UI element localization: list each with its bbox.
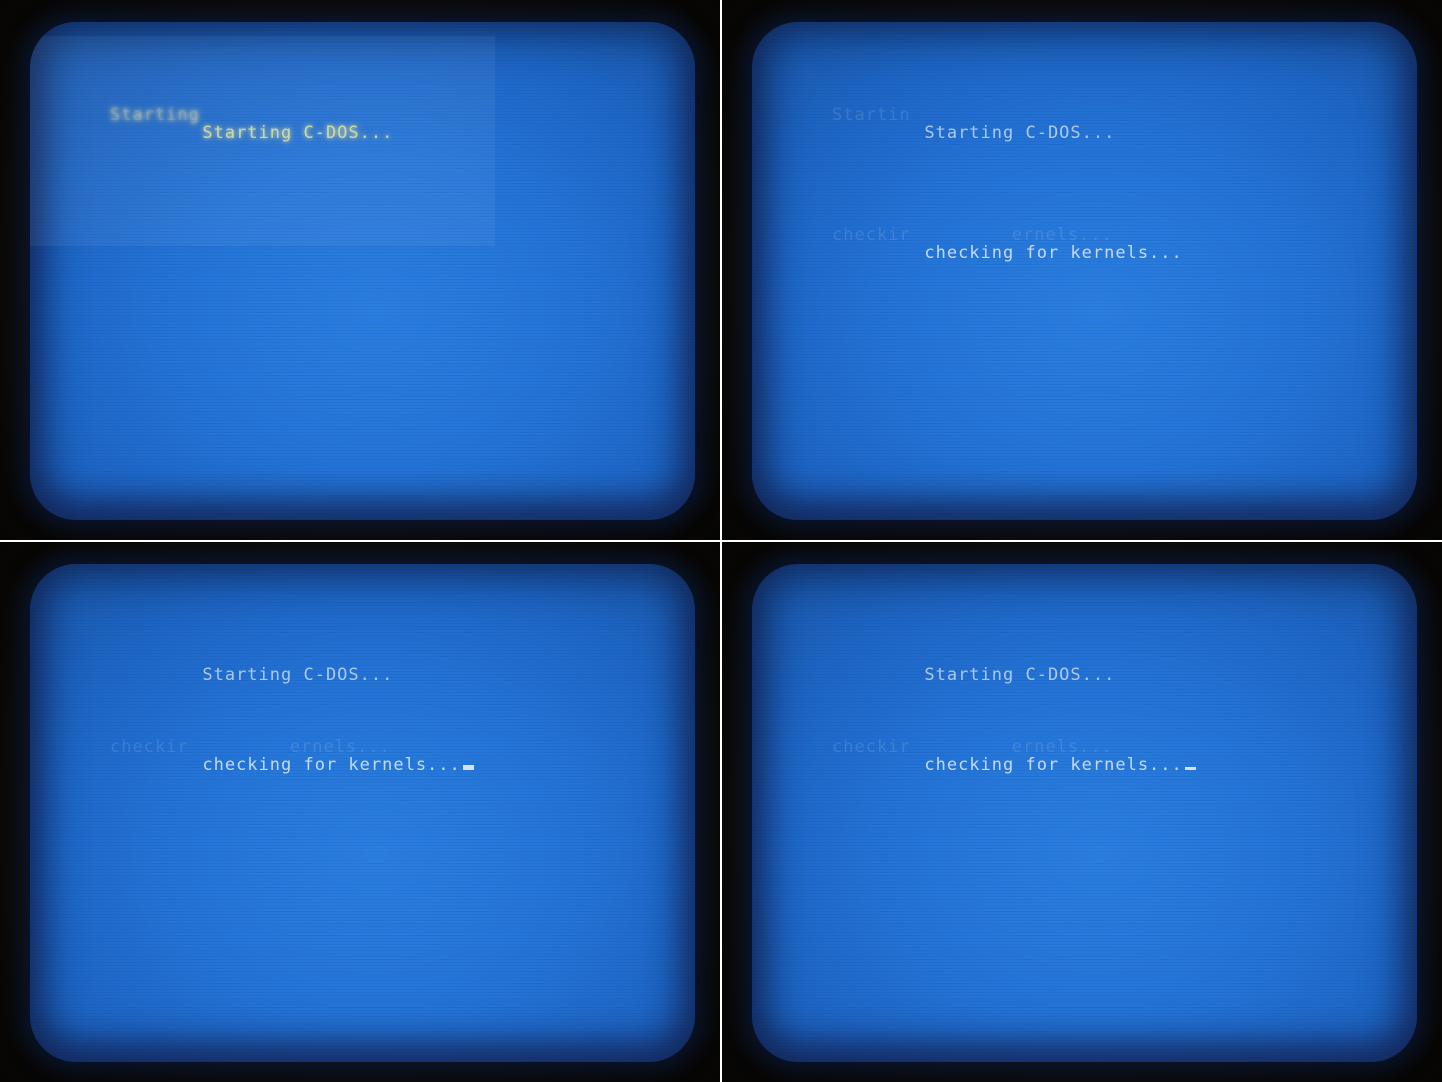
boot-line-text: checking for kernels... (924, 755, 1183, 775)
boot-line-2: checking for kernels... checkir ernels..… (812, 208, 1183, 328)
ghost-text: Starting (110, 105, 200, 125)
boot-line-2: checking for kernels... checkir ernels..… (90, 720, 474, 840)
terminal-output: Starting C-DOS... Startin checking for k… (812, 88, 1183, 328)
boot-line-text: Starting C-DOS... (202, 123, 394, 143)
ghost-text: Startin (832, 105, 911, 125)
terminal-output: Starting C-DOS... checking for kernels..… (90, 630, 474, 840)
terminal-output: Starting C-DOS... checking for kernels..… (812, 630, 1196, 840)
text-cursor (462, 765, 474, 770)
boot-sequence-grid: Starting C-DOS... Starting Starting C-DO… (0, 0, 1442, 1082)
crt-screen: Starting C-DOS... Startin checking for k… (752, 22, 1417, 520)
crt-frame-2: Starting C-DOS... Startin checking for k… (722, 0, 1442, 540)
boot-line-text: Starting C-DOS... (924, 665, 1116, 685)
terminal-output: Starting C-DOS... Starting (90, 88, 393, 208)
boot-line-text: checking for kernels... (924, 243, 1183, 263)
boot-line-text: checking for kernels... (202, 755, 461, 775)
crt-frame-4: Starting C-DOS... checking for kernels..… (722, 542, 1442, 1082)
crt-frame-1: Starting C-DOS... Starting (0, 0, 720, 540)
crt-frame-3: Starting C-DOS... checking for kernels..… (0, 542, 720, 1082)
boot-line-1: Starting C-DOS... Startin (812, 88, 1183, 208)
boot-line-1: Starting C-DOS... Starting (90, 88, 393, 208)
text-cursor (1184, 767, 1196, 770)
crt-screen: Starting C-DOS... checking for kernels..… (30, 564, 695, 1062)
boot-line-1: Starting C-DOS... (90, 630, 474, 720)
crt-screen: Starting C-DOS... Starting (30, 22, 695, 520)
crt-screen: Starting C-DOS... checking for kernels..… (752, 564, 1417, 1062)
boot-line-2: checking for kernels... checkir ernels..… (812, 720, 1196, 840)
boot-line-1: Starting C-DOS... (812, 630, 1196, 720)
boot-line-text: Starting C-DOS... (202, 665, 394, 685)
boot-line-text: Starting C-DOS... (924, 123, 1116, 143)
